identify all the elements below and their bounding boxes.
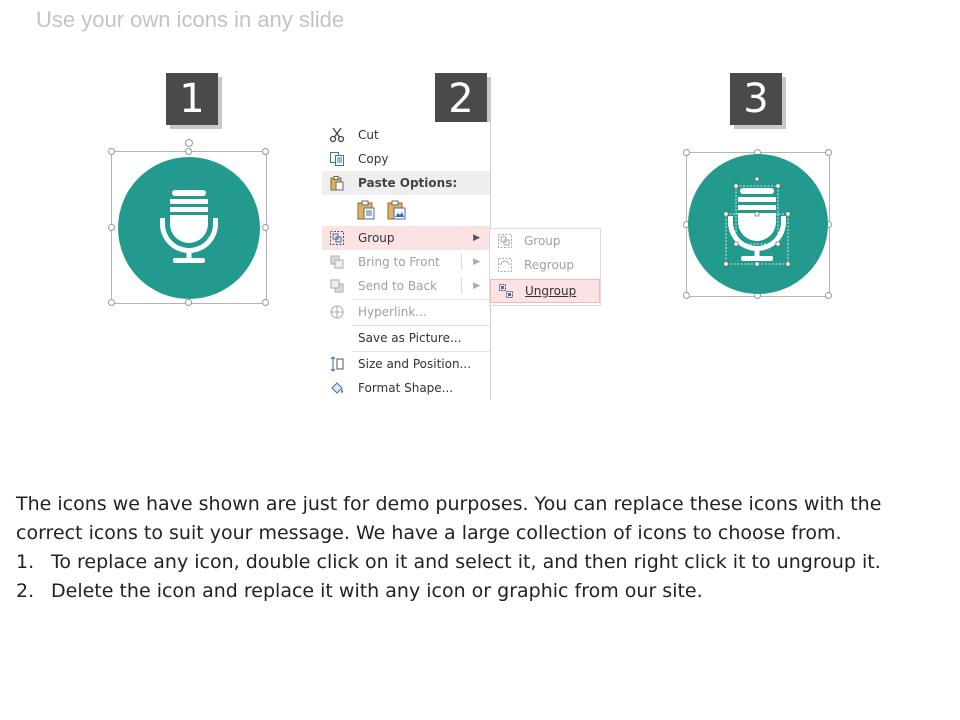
slide-title: Use your own icons in any slide [36,7,345,32]
list-item: 1. To replace any icon, double click on … [16,548,936,577]
list-number: 2. [16,580,35,602]
resize-handle[interactable] [108,224,115,231]
menu-label: Copy [358,152,389,166]
instructions: The icons we have shown are just for dem… [16,490,936,606]
split-divider [461,254,462,270]
instructions-list: 1. To replace any icon, double click on … [16,548,936,606]
ungroup-icon [491,283,521,299]
resize-handle[interactable] [683,149,690,156]
menu-label: Bring to Front [358,255,440,269]
submenu-item-regroup[interactable]: Regroup [490,253,600,277]
copy-icon [322,151,352,167]
group-submenu: Group Regroup Ungroup [489,228,601,306]
menu-label: Send to Back [358,279,438,293]
resize-handle[interactable] [825,292,832,299]
list-text: Delete the icon and replace it with any … [51,580,703,602]
group-icon [490,233,520,249]
bring-to-front-icon [322,254,352,270]
submenu-arrow-icon: ▶ [473,257,480,267]
menu-item-cut[interactable]: Cut [322,123,490,147]
menu-item-format-shape[interactable]: Format Shape... [322,376,490,400]
list-text: To replace any icon, double click on it … [51,551,881,573]
size-position-icon [322,356,352,372]
menu-label: Regroup [524,258,575,272]
clipboard-icon [322,175,352,191]
submenu-item-ungroup[interactable]: Ungroup [490,279,600,303]
paint-bucket-icon [322,380,352,396]
menu-item-group[interactable]: Group ▶ [322,226,490,250]
resize-handle[interactable] [185,299,192,306]
paste-picture-icon[interactable] [386,199,408,224]
paste-keep-source-icon[interactable] [356,199,378,224]
rotate-handle[interactable] [185,139,193,147]
instructions-intro: The icons we have shown are just for dem… [16,493,882,544]
submenu-item-group[interactable]: Group [490,229,600,253]
menu-label: Paste Options: [358,176,458,190]
submenu-arrow-icon: ▶ [473,281,480,291]
menu-label: Format Shape... [358,381,454,395]
hyperlink-icon [322,304,352,320]
menu-label: Hyperlink... [358,305,427,319]
step-badge-1: 1 [166,73,218,125]
resize-handle[interactable] [825,149,832,156]
scissors-icon [322,127,352,143]
resize-handle[interactable] [262,299,269,306]
paste-option-buttons [356,199,408,224]
menu-item-bring-to-front[interactable]: Bring to Front ▶ [322,250,490,274]
resize-handle[interactable] [185,148,192,155]
step-badge-3: 3 [730,73,782,125]
menu-item-size-and-position[interactable]: Size and Position... [322,352,490,376]
menu-label: Ungroup [525,284,577,298]
split-divider [461,278,462,294]
regroup-icon [490,257,520,273]
resize-handle[interactable] [683,292,690,299]
menu-item-hyperlink[interactable]: Hyperlink... [322,300,490,324]
microphone-icon [160,190,218,263]
menu-label: Cut [358,128,379,142]
step-badge-2: 2 [435,73,487,125]
menu-item-save-as-picture[interactable]: Save as Picture... [322,326,490,350]
icon-circle-3[interactable] [688,154,828,294]
icon-circle-1[interactable] [118,157,260,299]
resize-handle[interactable] [262,224,269,231]
resize-handle[interactable] [108,148,115,155]
menu-label: Group [524,234,561,248]
menu-label: Size and Position... [358,357,472,371]
resize-handle[interactable] [108,299,115,306]
send-to-back-icon [322,278,352,294]
context-menu: Cut Copy Paste Options: Group ▶ Bring to… [322,122,491,400]
microphone-icon [723,176,791,267]
list-number: 1. [16,551,35,573]
menu-label: Save as Picture... [358,331,462,345]
group-icon [322,230,352,246]
list-item: 2. Delete the icon and replace it with a… [16,577,936,606]
menu-label: Group [358,231,395,245]
paste-options-header: Paste Options: [322,171,490,195]
menu-item-send-to-back[interactable]: Send to Back ▶ [322,274,490,298]
resize-handle[interactable] [262,148,269,155]
submenu-arrow-icon: ▶ [473,233,480,243]
menu-item-copy[interactable]: Copy [322,147,490,171]
